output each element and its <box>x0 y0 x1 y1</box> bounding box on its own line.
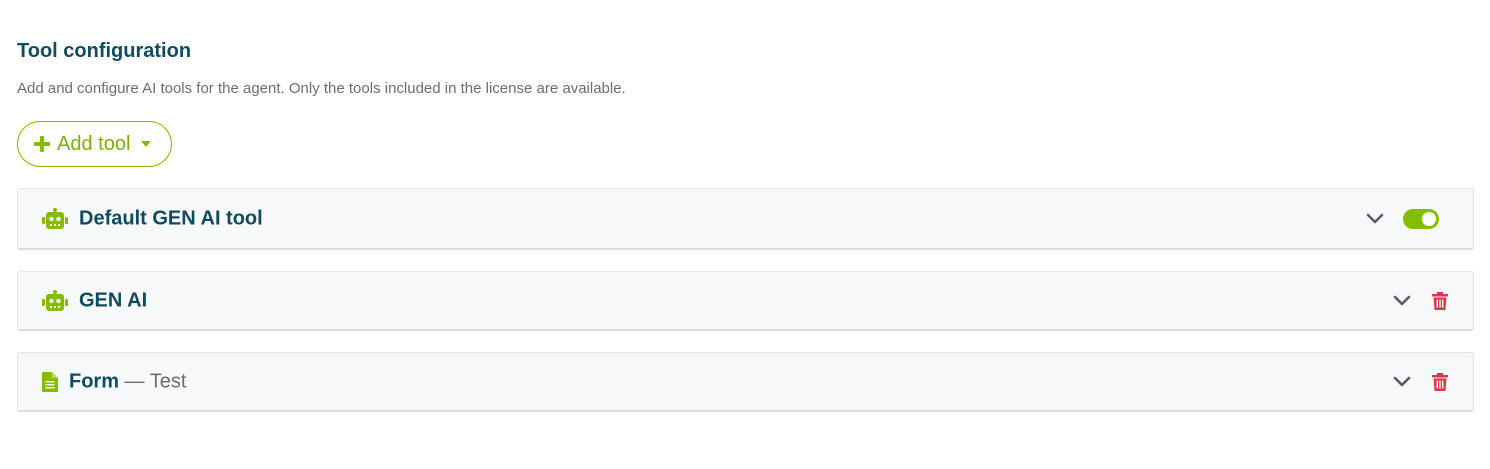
chevron-down-icon[interactable] <box>1393 376 1411 388</box>
section-description: Add and configure AI tools for the agent… <box>17 80 626 97</box>
robot-icon <box>42 289 68 312</box>
tool-title: Form <box>69 370 119 392</box>
tool-panel-gen-ai[interactable]: GEN AI <box>17 271 1474 331</box>
tool-title-wrap: Form — Test <box>69 370 186 393</box>
chevron-down-icon[interactable] <box>1366 213 1384 225</box>
tool-title-wrap: GEN AI <box>79 289 147 312</box>
toggle-knob <box>1422 211 1436 226</box>
tool-configuration-page: Tool configuration Add and configure AI … <box>0 0 1490 469</box>
tool-panel-default-gen-ai[interactable]: Default GEN AI tool <box>17 188 1474 250</box>
section-title: Tool configuration <box>17 40 192 62</box>
chevron-down-icon[interactable] <box>1393 295 1411 307</box>
add-tool-label: Add tool <box>57 132 131 155</box>
robot-icon <box>42 207 68 230</box>
caret-down-icon <box>140 140 152 148</box>
enable-toggle[interactable] <box>1403 208 1439 229</box>
trash-icon[interactable] <box>1432 372 1448 391</box>
tool-panel-form[interactable]: Form — Test <box>17 352 1474 412</box>
add-tool-button[interactable]: Add tool <box>17 121 172 167</box>
tool-subtitle: — Test <box>119 370 187 392</box>
plus-icon <box>33 135 51 153</box>
trash-icon[interactable] <box>1432 291 1448 310</box>
tool-title: GEN AI <box>79 289 148 311</box>
document-icon <box>42 371 58 392</box>
tool-title: Default GEN AI tool <box>79 207 263 229</box>
tool-title-wrap: Default GEN AI tool <box>79 207 263 230</box>
